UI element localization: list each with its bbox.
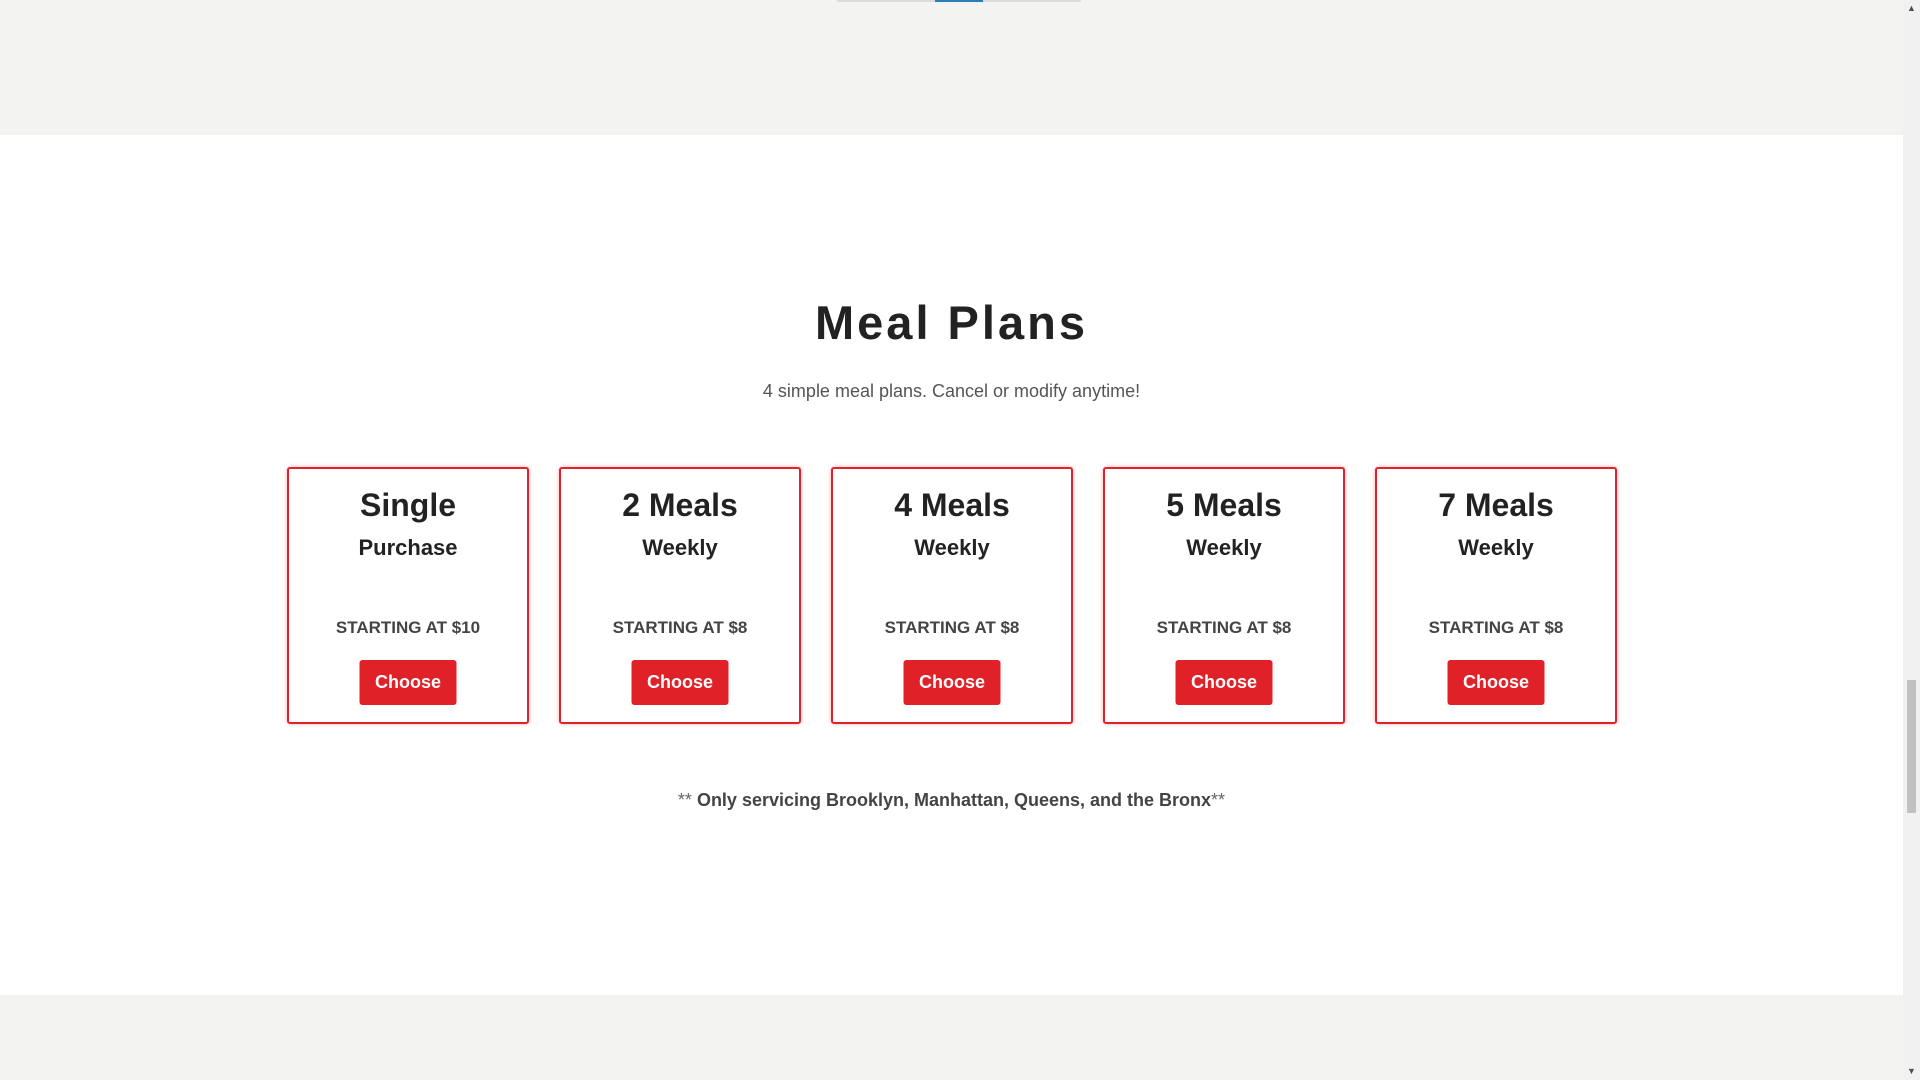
choose-button[interactable]: Choose	[631, 660, 729, 705]
slider-dot[interactable]	[983, 0, 1081, 2]
scroll-thumb[interactable]	[1907, 680, 1916, 813]
bottom-band	[0, 995, 1903, 1080]
plan-frequency: Weekly	[642, 535, 718, 560]
plan-price: STARTING AT $8	[612, 618, 748, 637]
plan-card-4-meals: 4 Meals Weekly STARTING AT $8 Choose	[831, 467, 1073, 724]
section-title: Meal Plans	[815, 296, 1088, 349]
section-subtitle: 4 simple meal plans. Cancel or modify an…	[762, 381, 1141, 401]
choose-button[interactable]: Choose	[903, 660, 1001, 705]
choose-button[interactable]: Choose	[1447, 660, 1545, 705]
plan-name: 7 Meals	[1438, 487, 1554, 523]
plan-card-2-meals: 2 Meals Weekly STARTING AT $8 Choose	[559, 467, 801, 724]
scroll-up-icon[interactable]: ▲	[1903, 0, 1920, 17]
plan-card-single: Single Purchase STARTING AT $10 Choose	[287, 467, 529, 724]
choose-button[interactable]: Choose	[359, 660, 457, 705]
plan-card-7-meals: 7 Meals Weekly STARTING AT $8 Choose	[1375, 467, 1617, 724]
plan-name: 4 Meals	[894, 487, 1010, 523]
top-band	[0, 0, 1903, 135]
plan-price: STARTING AT $8	[1156, 618, 1292, 637]
plan-price: STARTING AT $8	[884, 618, 1020, 637]
plan-name: 5 Meals	[1166, 487, 1282, 523]
note-prefix: **	[677, 790, 697, 810]
plan-frequency: Weekly	[1458, 535, 1534, 560]
plan-frequency: Purchase	[358, 535, 458, 560]
plan-name: Single	[359, 487, 456, 523]
note-text: Only servicing Brooklyn, Manhattan, Quee…	[696, 790, 1212, 810]
scrollbar[interactable]: ▲ ▼	[1903, 0, 1920, 1080]
service-area-note: ** Only servicing Brooklyn, Manhattan, Q…	[0, 790, 1903, 811]
plan-frequency: Weekly	[914, 535, 990, 560]
choose-button[interactable]: Choose	[1175, 660, 1273, 705]
plan-name: 2 Meals	[622, 487, 738, 523]
slider-dot[interactable]	[837, 0, 935, 2]
scroll-down-icon[interactable]: ▼	[1903, 1063, 1920, 1080]
plan-frequency: Weekly	[1186, 535, 1262, 560]
slider-dot-active[interactable]	[935, 0, 983, 2]
plan-card-5-meals: 5 Meals Weekly STARTING AT $8 Choose	[1103, 467, 1345, 724]
note-suffix: **	[1211, 790, 1226, 810]
page: Meal Plans 4 simple meal plans. Cancel o…	[0, 0, 1920, 1080]
slider-indicator	[837, 0, 1081, 2]
plan-price: STARTING AT $8	[1428, 618, 1564, 637]
plan-price: STARTING AT $10	[335, 618, 481, 637]
plan-list: Single Purchase STARTING AT $10 Choose 2…	[287, 467, 1617, 724]
meal-plans-section: Meal Plans 4 simple meal plans. Cancel o…	[0, 135, 1903, 995]
